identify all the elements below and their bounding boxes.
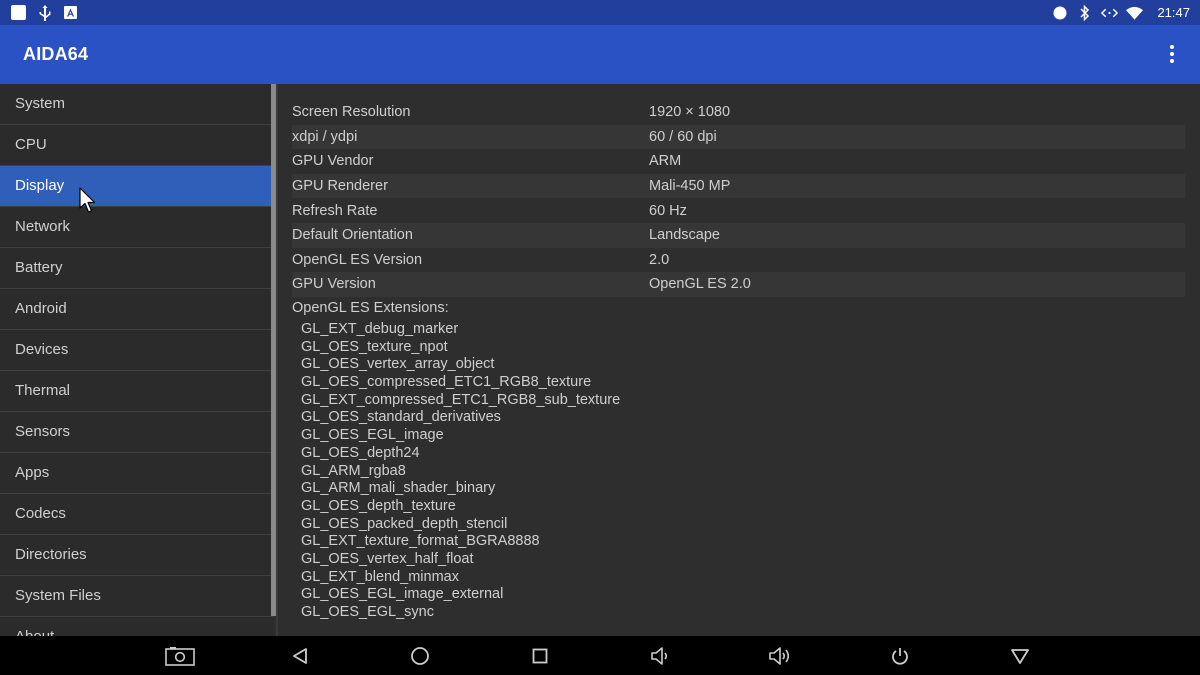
- volume-down-icon[interactable]: [645, 644, 675, 668]
- sidebar-item-battery[interactable]: Battery: [0, 248, 273, 289]
- list-item: GL_OES_EGL_sync: [301, 604, 434, 620]
- sidebar-item-cpu[interactable]: CPU: [0, 125, 273, 166]
- table-row: Screen Resolution 1920 × 1080: [292, 100, 1185, 125]
- app-title: AIDA64: [23, 44, 89, 64]
- display-info-panel: Screen Resolution 1920 × 1080 xdpi / ydp…: [278, 84, 1200, 636]
- row-label: OpenGL ES Version: [292, 251, 423, 268]
- list-item: GL_OES_texture_npot: [301, 338, 448, 355]
- table-row: OpenGL ES Version 2.0: [292, 248, 1185, 273]
- data-sync-icon: [1101, 4, 1119, 21]
- table-row: GPU Renderer Mali-450 MP: [292, 173, 1185, 199]
- table-row: Default Orientation Landscape: [292, 222, 1185, 248]
- row-value: OpenGL ES 2.0: [649, 276, 751, 293]
- list-item: GL_OES_standard_derivatives: [301, 409, 501, 426]
- list-item: GL_OES_vertex_half_float: [301, 550, 474, 567]
- sidebar-item-system[interactable]: System: [0, 84, 273, 125]
- navigation-bar: [0, 636, 1200, 675]
- sidebar-item-android[interactable]: Android: [0, 289, 273, 330]
- sidebar-item-system-files[interactable]: System Files: [0, 576, 273, 617]
- sidebar-item-network[interactable]: Network: [0, 207, 273, 248]
- list-item: GL_OES_depth_texture: [301, 497, 456, 514]
- app-bar: AIDA64: [0, 25, 1200, 84]
- overflow-menu-icon[interactable]: [1162, 42, 1182, 66]
- mouse-cursor-icon: [79, 187, 96, 213]
- list-item: GL_OES_compressed_ETC1_RGB8_texture: [301, 374, 592, 391]
- sidebar-item-directories[interactable]: Directories: [0, 535, 273, 576]
- status-bar: 21:47: [0, 0, 1200, 25]
- table-row: GPU Vendor ARM: [292, 149, 1185, 174]
- info-table: Screen Resolution 1920 × 1080 xdpi / ydp…: [292, 100, 1185, 297]
- row-label: Refresh Rate: [292, 202, 378, 219]
- sidebar-item-apps[interactable]: Apps: [0, 453, 273, 494]
- row-label: GPU Vendor: [292, 153, 374, 170]
- bluetooth-icon: [1076, 4, 1093, 21]
- table-row: Refresh Rate 60 Hz: [292, 198, 1185, 223]
- sidebar: System CPU Display Network Battery Andro…: [0, 84, 273, 636]
- sidebar-item-thermal[interactable]: Thermal: [0, 371, 273, 412]
- list-item: GL_OES_depth24: [301, 444, 420, 461]
- row-value: 1920 × 1080: [649, 104, 731, 121]
- home-icon[interactable]: [405, 644, 435, 668]
- hide-navbar-icon[interactable]: [1005, 644, 1035, 668]
- sidebar-item-display[interactable]: Display: [0, 166, 273, 207]
- sidebar-item-about[interactable]: About: [0, 617, 273, 636]
- row-label: GPU Renderer: [292, 178, 388, 195]
- list-item: GL_EXT_texture_format_BGRA8888: [301, 533, 540, 550]
- list-item: GL_EXT_compressed_ETC1_RGB8_sub_texture: [301, 391, 621, 408]
- screenshot-icon[interactable]: [165, 644, 195, 668]
- record-icon: [1051, 4, 1068, 21]
- table-row: GPU Version OpenGL ES 2.0: [292, 272, 1185, 297]
- extensions-list: GL_EXT_debug_marker GL_OES_texture_npot …: [301, 321, 620, 622]
- table-row: xdpi / ydpi 60 / 60 dpi: [292, 124, 1185, 150]
- row-value: Mali-450 MP: [649, 178, 731, 195]
- row-value: Landscape: [649, 227, 720, 244]
- row-label: xdpi / ydpi: [292, 128, 358, 145]
- list-item: GL_OES_EGL_image: [301, 427, 444, 444]
- row-label: Screen Resolution: [292, 104, 411, 121]
- list-item: GL_ARM_rgba8: [301, 462, 406, 479]
- sidebar-item-codecs[interactable]: Codecs: [0, 494, 273, 535]
- list-item: GL_ARM_mali_shader_binary: [301, 480, 496, 497]
- row-value: ARM: [649, 153, 682, 170]
- list-item: GL_OES_vertex_array_object: [301, 356, 495, 373]
- sidebar-item-devices[interactable]: Devices: [0, 330, 273, 371]
- power-icon[interactable]: [885, 644, 915, 668]
- row-value: 60 / 60 dpi: [649, 128, 717, 145]
- wifi-icon: [1126, 4, 1144, 21]
- notification-square-icon: [10, 4, 27, 21]
- list-item: GL_EXT_blend_minmax: [301, 568, 459, 585]
- clock: 21:47: [1157, 5, 1190, 20]
- app-notification-icon: [62, 4, 79, 21]
- extensions-header: OpenGL ES Extensions:: [292, 300, 449, 316]
- list-item: GL_EXT_debug_marker: [301, 321, 459, 337]
- volume-up-icon[interactable]: [765, 644, 795, 668]
- list-item: GL_OES_EGL_image_external: [301, 586, 504, 603]
- row-value: 60 Hz: [649, 202, 687, 219]
- row-label: GPU Version: [292, 276, 376, 293]
- sidebar-item-sensors[interactable]: Sensors: [0, 412, 273, 453]
- back-icon[interactable]: [285, 644, 315, 668]
- recents-icon[interactable]: [525, 644, 555, 668]
- usb-icon: [36, 4, 53, 21]
- list-item: GL_OES_packed_depth_stencil: [301, 515, 508, 532]
- row-label: Default Orientation: [292, 227, 413, 244]
- row-value: 2.0: [649, 251, 670, 268]
